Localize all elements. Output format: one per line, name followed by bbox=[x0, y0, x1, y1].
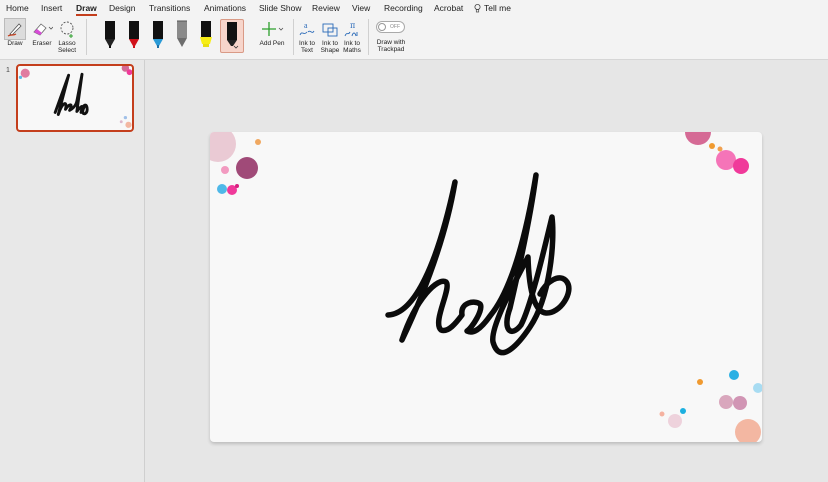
decor-bubble bbox=[709, 143, 715, 149]
decor-bubble bbox=[719, 395, 733, 409]
svg-text:a: a bbox=[304, 21, 308, 30]
draw-ribbon: Draw Eraser Lasso Select Add Pen a Ink t… bbox=[0, 16, 828, 60]
decor-bubble bbox=[235, 184, 239, 188]
decor-bubble bbox=[659, 411, 665, 417]
decor-bubble bbox=[685, 132, 711, 145]
decor-bubble bbox=[733, 158, 749, 174]
decor-bubble bbox=[221, 166, 229, 174]
decor-bubble bbox=[210, 132, 236, 162]
tab-acrobat[interactable]: Acrobat bbox=[434, 3, 463, 13]
add-pen-button[interactable]: Add Pen bbox=[258, 18, 286, 47]
slide-thumbnail-panel: 1 bbox=[0, 60, 145, 482]
tell-me-search[interactable]: Tell me bbox=[474, 3, 511, 13]
red-pen-icon bbox=[129, 21, 139, 48]
decor-bubble bbox=[735, 419, 761, 442]
ink-to-text-label: Ink to Text bbox=[299, 40, 315, 54]
yellow-highlighter-icon bbox=[200, 21, 212, 47]
draw-with-trackpad-toggle[interactable]: OFF bbox=[376, 21, 405, 33]
ink-to-shape-button[interactable]: Ink to Shape bbox=[319, 18, 341, 54]
slide-number: 1 bbox=[6, 67, 10, 74]
pen-black-selected[interactable] bbox=[220, 19, 244, 53]
draw-label: Draw bbox=[7, 40, 23, 47]
lasso-icon bbox=[60, 21, 74, 38]
tab-animations[interactable]: Animations bbox=[204, 3, 246, 13]
svg-text:π: π bbox=[350, 21, 355, 30]
decor-bubble bbox=[729, 370, 739, 380]
lightbulb-icon bbox=[474, 3, 481, 12]
add-pen-label: Add Pen bbox=[259, 40, 285, 47]
draw-pen-icon bbox=[7, 23, 22, 37]
lasso-label: Lasso Select bbox=[57, 40, 77, 54]
ink-to-maths-label: Ink to Maths bbox=[343, 40, 361, 54]
toggle-state: OFF bbox=[390, 24, 400, 30]
tell-me-label: Tell me bbox=[484, 3, 511, 13]
tab-home[interactable]: Home bbox=[6, 3, 29, 13]
draw-button[interactable]: Draw bbox=[4, 18, 26, 47]
decor-bubble bbox=[717, 146, 723, 152]
ribbon-separator bbox=[86, 19, 87, 55]
pen-red[interactable] bbox=[124, 19, 144, 53]
tab-transitions[interactable]: Transitions bbox=[149, 3, 190, 13]
toggle-knob bbox=[378, 23, 386, 31]
decor-bubble bbox=[733, 396, 747, 410]
decor-bubble bbox=[668, 414, 682, 428]
eraser-label: Eraser bbox=[32, 40, 52, 47]
ink-to-shape-label: Ink to Shape bbox=[320, 40, 340, 54]
decor-bubble bbox=[716, 150, 736, 170]
tab-draw[interactable]: Draw bbox=[76, 3, 97, 16]
tab-review[interactable]: Review bbox=[312, 3, 340, 13]
ink-to-shape-icon bbox=[322, 23, 338, 37]
plus-icon bbox=[262, 22, 284, 36]
ink-to-text-icon: a bbox=[299, 21, 315, 36]
decor-bubble bbox=[217, 184, 227, 194]
lasso-select-button[interactable]: Lasso Select bbox=[55, 18, 79, 54]
pen-gallery bbox=[90, 18, 250, 54]
eraser-button[interactable]: Eraser bbox=[30, 18, 54, 47]
decor-bubble bbox=[697, 379, 703, 385]
slide-thumbnail-1[interactable] bbox=[16, 64, 134, 132]
tab-recording[interactable]: Recording bbox=[384, 3, 423, 13]
ink-to-text-button[interactable]: a Ink to Text bbox=[296, 18, 318, 54]
pen-galaxy[interactable] bbox=[148, 19, 168, 53]
highlighter-yellow[interactable] bbox=[196, 19, 216, 53]
tab-view[interactable]: View bbox=[352, 3, 370, 13]
decor-bubble bbox=[255, 139, 261, 145]
ribbon-separator bbox=[293, 19, 294, 55]
decor-bubble bbox=[753, 383, 762, 393]
eraser-icon bbox=[33, 23, 53, 36]
tab-insert[interactable]: Insert bbox=[41, 3, 62, 13]
decor-bubble bbox=[680, 408, 686, 414]
gray-pencil-icon bbox=[177, 20, 187, 47]
slide-editing-area bbox=[146, 60, 828, 482]
decor-bubble bbox=[236, 157, 258, 179]
tab-slide-show[interactable]: Slide Show bbox=[259, 3, 302, 13]
slide-drawing bbox=[210, 132, 762, 442]
selected-pen-icon bbox=[227, 22, 239, 49]
black-pen-icon bbox=[105, 21, 115, 48]
thumbnail-preview bbox=[18, 66, 132, 128]
handwritten-ink bbox=[385, 172, 572, 356]
slide-canvas[interactable] bbox=[210, 132, 762, 442]
ink-to-maths-icon: π bbox=[344, 21, 358, 37]
galaxy-pen-icon bbox=[153, 21, 163, 48]
ribbon-separator bbox=[368, 19, 369, 55]
menu-bar: Home Insert Draw Design Transitions Anim… bbox=[0, 0, 828, 16]
tab-design[interactable]: Design bbox=[109, 3, 135, 13]
draw-with-trackpad-label: Draw with Trackpad bbox=[376, 39, 406, 53]
ink-to-maths-button[interactable]: π Ink to Maths bbox=[341, 18, 363, 54]
pen-black[interactable] bbox=[100, 19, 120, 53]
pencil-gray[interactable] bbox=[172, 19, 192, 53]
